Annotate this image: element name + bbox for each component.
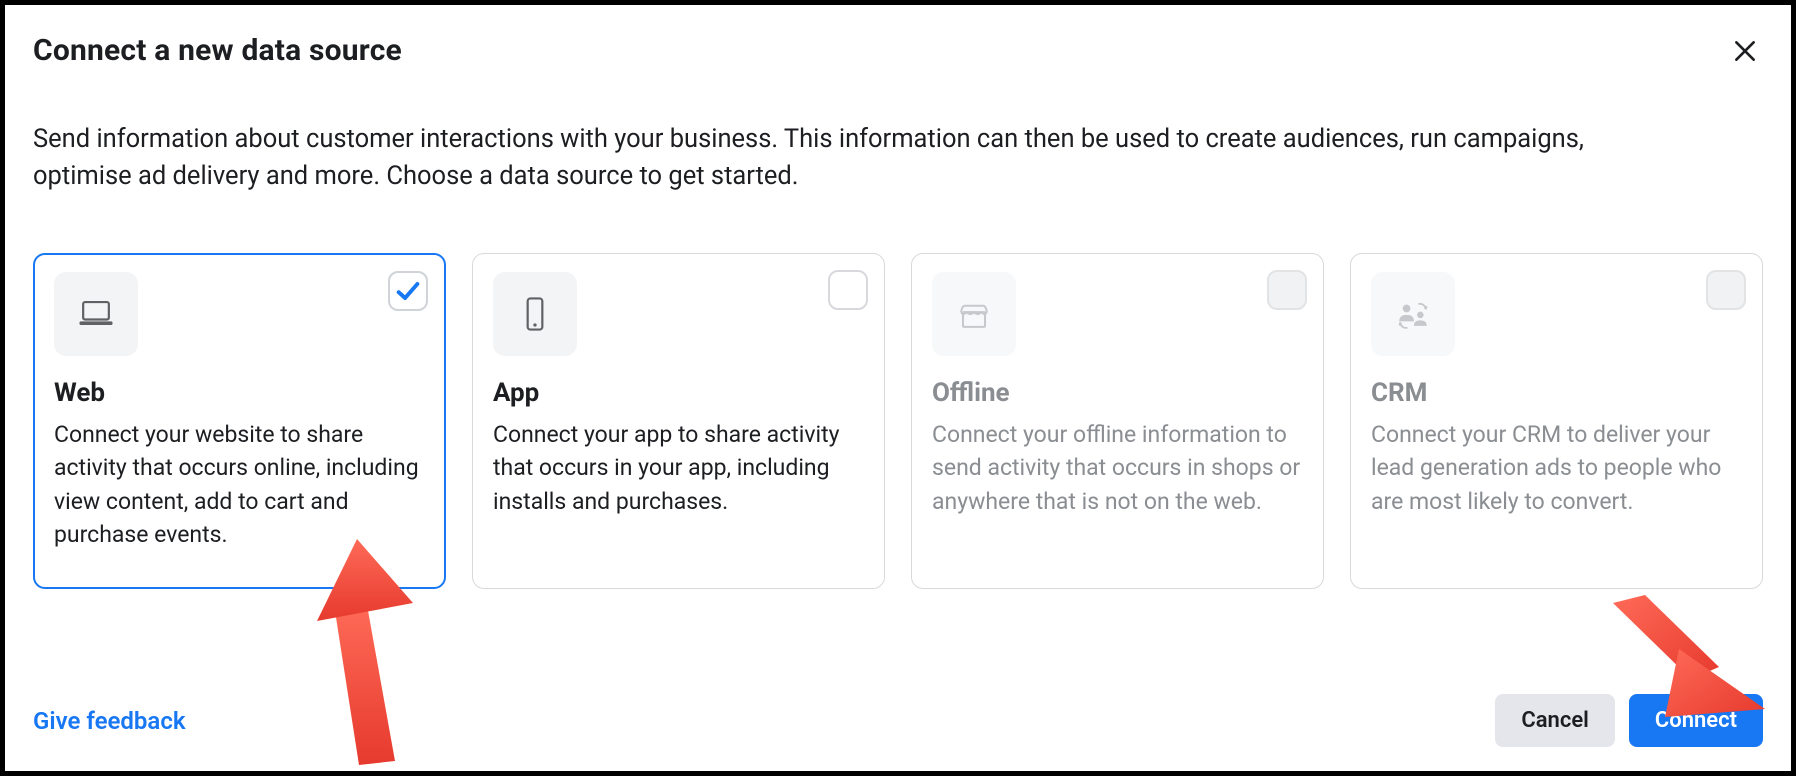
option-crm-checkbox xyxy=(1706,270,1746,310)
option-web-title: Web xyxy=(54,378,425,408)
option-crm-desc: Connect your CRM to deliver your lead ge… xyxy=(1371,418,1742,518)
option-web[interactable]: Web Connect your website to share activi… xyxy=(33,253,446,589)
modal-footer: Give feedback Cancel Connect xyxy=(33,664,1763,747)
option-offline-checkbox xyxy=(1267,270,1307,310)
option-offline-desc: Connect your offline information to send… xyxy=(932,418,1303,518)
cancel-button[interactable]: Cancel xyxy=(1495,694,1615,747)
option-app-checkbox[interactable] xyxy=(828,270,868,310)
connect-button[interactable]: Connect xyxy=(1629,694,1763,747)
store-icon xyxy=(932,272,1016,356)
option-app[interactable]: App Connect your app to share activity t… xyxy=(472,253,885,589)
phone-icon xyxy=(493,272,577,356)
crm-icon xyxy=(1371,272,1455,356)
laptop-icon xyxy=(54,272,138,356)
option-offline-title: Offline xyxy=(932,378,1303,408)
option-crm-title: CRM xyxy=(1371,378,1742,408)
check-icon xyxy=(394,277,422,305)
option-app-title: App xyxy=(493,378,864,408)
connect-data-source-modal: Connect a new data source Send informati… xyxy=(0,0,1796,776)
option-app-desc: Connect your app to share activity that … xyxy=(493,418,864,518)
modal-title: Connect a new data source xyxy=(33,33,402,68)
option-crm: CRM Connect your CRM to deliver your lea… xyxy=(1350,253,1763,589)
footer-actions: Cancel Connect xyxy=(1495,694,1763,747)
data-source-options: Web Connect your website to share activi… xyxy=(33,253,1763,589)
option-offline: Offline Connect your offline information… xyxy=(911,253,1324,589)
give-feedback-link[interactable]: Give feedback xyxy=(33,707,186,735)
option-web-desc: Connect your website to share activity t… xyxy=(54,418,425,551)
modal-subtitle: Send information about customer interact… xyxy=(33,121,1673,195)
close-icon xyxy=(1732,38,1758,64)
option-web-checkbox[interactable] xyxy=(388,271,428,311)
close-button[interactable] xyxy=(1727,33,1763,69)
modal-header: Connect a new data source xyxy=(33,33,1763,69)
